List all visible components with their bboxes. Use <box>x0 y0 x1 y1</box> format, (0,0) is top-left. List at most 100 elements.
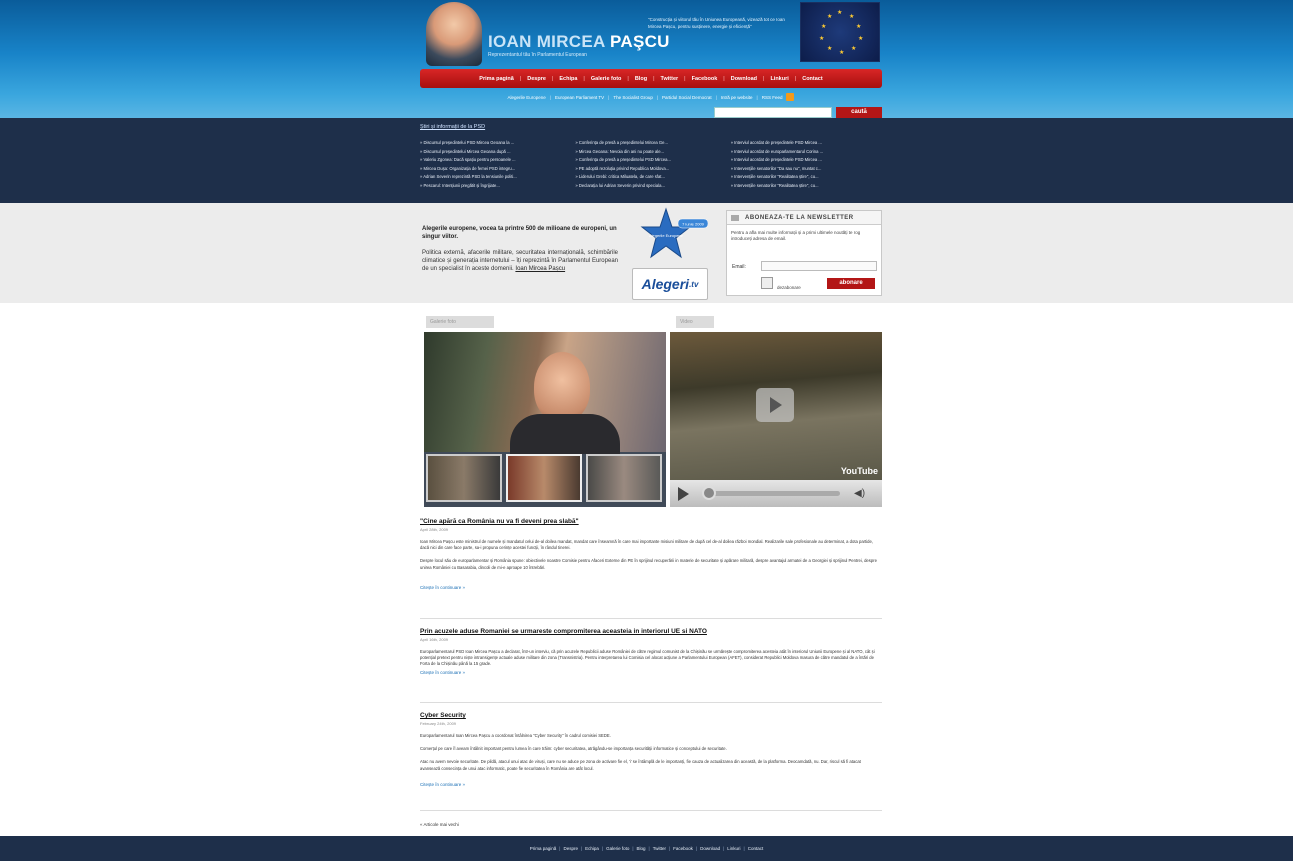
read-more-link[interactable]: Citește în continuare » <box>420 782 882 787</box>
sub-navigation: Alegerile Europene | European Parliament … <box>420 92 882 102</box>
gallery-main-photo[interactable] <box>424 332 666 454</box>
alegeri-logo-text: Alegeri <box>641 276 690 292</box>
article-title[interactable]: Prin acuzele aduse Romaniei se urmareste… <box>420 628 882 635</box>
news-link[interactable]: » Adrian Severin reprezintă PSD la tensi… <box>420 173 571 182</box>
news-link[interactable]: » Discursul președintelui Mircea Geoana … <box>420 148 571 157</box>
news-link[interactable]: » Declarația lui Adrian Severin privind … <box>575 182 726 191</box>
nav-blog[interactable]: Blog <box>635 76 647 82</box>
nav-team[interactable]: Echipa <box>559 76 577 82</box>
footer-link-facebook[interactable]: Facebook <box>673 846 693 851</box>
footer-link-team[interactable]: Echipa <box>585 846 599 851</box>
alegeri-tv-logo[interactable]: Alegeri .tv <box>632 268 708 300</box>
footer-link-gallery[interactable]: Galerie foto <box>606 846 629 851</box>
footer-link-contact[interactable]: Contact <box>748 846 764 851</box>
play-overlay-icon[interactable] <box>756 388 794 422</box>
news-link[interactable]: » Discursul președintelui PSD Mircea Geo… <box>420 139 571 148</box>
news-link[interactable]: » Mircea Dușa: Organizația de femei PSD … <box>420 165 571 174</box>
tab-photo-gallery[interactable]: Galerie foto <box>426 316 494 328</box>
footer-link-download[interactable]: Download <box>700 846 720 851</box>
footer-link-twitter[interactable]: Twitter <box>653 846 666 851</box>
photo-subject <box>534 352 590 422</box>
news-columns: » Discursul președintelui PSD Mircea Geo… <box>420 139 882 191</box>
newsletter-description: Pentru a afla mai multe informații și a … <box>731 230 861 241</box>
nav-contact[interactable]: Contact <box>802 76 822 82</box>
badge-date: 7 iunie 2009 <box>682 222 705 227</box>
article-date: April 16th, 2009 <box>420 637 449 642</box>
article: Cyber Security February 24th, 2009 Europ… <box>420 712 882 787</box>
gallery-thumbnail[interactable] <box>586 454 662 502</box>
unsubscribe-checkbox[interactable] <box>761 277 773 289</box>
play-icon[interactable] <box>678 487 689 501</box>
nav-links[interactable]: Linkuri <box>770 76 788 82</box>
candidate-portrait <box>426 2 482 66</box>
news-link[interactable]: » Intervențiile senatorilor "Da sau nu",… <box>731 165 882 174</box>
subnav-rss[interactable]: RSS Feed <box>762 95 783 100</box>
news-link[interactable]: » Interviul acordat de președintele PSD … <box>731 156 882 165</box>
eu-stars-logo: ★ ★ ★ ★ ★ ★ ★ ★ ★ ★ <box>800 2 880 62</box>
article-title[interactable]: Cyber Security <box>420 712 882 719</box>
article-date: February 24th, 2009 <box>420 721 457 726</box>
video-player: YouTube ◀︎) <box>670 332 882 507</box>
promo-candidate-link[interactable]: Ioan Mircea Pașcu <box>515 266 565 272</box>
article-date: April 28th, 2009 <box>420 527 449 532</box>
subnav-psd[interactable]: Partidul Social Democrat <box>662 95 712 100</box>
title-last: PAŞCU <box>609 32 670 51</box>
footer-link-links[interactable]: Linkuri <box>727 846 740 851</box>
read-more-link[interactable]: Citește în continuare » <box>420 585 882 590</box>
promo-inner: Alegerile europene, vocea ta printre 500… <box>420 203 882 303</box>
news-column-1: » Discursul președintelui PSD Mircea Geo… <box>420 139 571 191</box>
video-seek-bar[interactable] <box>704 491 840 496</box>
search-input[interactable] <box>714 107 832 118</box>
tab-video[interactable]: Video <box>676 316 714 328</box>
gallery-thumbnail[interactable] <box>506 454 582 502</box>
article-title[interactable]: "Cine apără ca România nu va fi deveni p… <box>420 518 882 525</box>
promo-text: Politica externă, afacerile militare, se… <box>422 249 618 273</box>
older-articles-link[interactable]: « Articole mai vechi <box>420 822 459 827</box>
subnav-european-elections[interactable]: Alegerile Europene <box>508 95 546 100</box>
news-link[interactable]: » Pescarul: Intențiunii pregătit și îngr… <box>420 182 571 191</box>
news-link[interactable]: » Mircea Geoana: Nevoia din ani nu poate… <box>575 148 726 157</box>
subnav-website[interactable]: Intră pe website <box>721 95 753 100</box>
footer-link-home[interactable]: Prima pagină <box>530 846 557 851</box>
seek-handle[interactable] <box>702 486 716 500</box>
news-link[interactable]: » PE adoptă rezoluția privind Republica … <box>575 165 726 174</box>
news-inner: Știri și informații de la PSD » Discursu… <box>420 124 882 191</box>
news-link[interactable]: » Interviul acordat de președintele PSD … <box>731 139 882 148</box>
nav-facebook[interactable]: Facebook <box>692 76 718 82</box>
rss-icon[interactable] <box>786 93 795 101</box>
footer-navigation: Prima pagină | Despre | Echipa | Galerie fo… <box>0 836 1293 861</box>
footer-link-about[interactable]: Despre <box>563 846 578 851</box>
news-link[interactable]: » Interviul acordat de europarlamentarul… <box>731 148 882 157</box>
news-heading[interactable]: Știri și informații de la PSD <box>420 124 882 130</box>
news-link[interactable]: » Intervențiile senatorilor "Realitatea … <box>731 182 882 191</box>
read-more-link[interactable]: Citește în continuare » <box>420 670 882 675</box>
article-paragraph: Despre locul său de europarlamentar și R… <box>420 558 877 570</box>
nav-twitter[interactable]: Twitter <box>661 76 679 82</box>
volume-icon[interactable]: ◀︎) <box>854 488 865 499</box>
election-star-badge-icon[interactable]: 7 iunie 2009 Alegerile Europene <box>638 207 708 263</box>
search-button[interactable]: caută <box>836 107 882 118</box>
news-link[interactable]: » Conferința de presă a președintelui PS… <box>575 156 726 165</box>
subnav-ep-tv[interactable]: European Parliament TV <box>555 95 604 100</box>
youtube-logo: YouTube <box>840 466 878 476</box>
subscribe-button[interactable]: abonare <box>827 278 875 289</box>
news-link[interactable]: » Conferința de presă a președintelui Mi… <box>575 139 726 148</box>
subnav-socialist-group[interactable]: The Socialist Group <box>613 95 653 100</box>
nav-about[interactable]: Despre <box>527 76 546 82</box>
gallery-thumbnail[interactable] <box>426 454 502 502</box>
site-subtitle: Reprezentantul tău în Parlamentul Europe… <box>488 52 587 58</box>
news-link[interactable]: » Intervențiile senatorilor "Realitatea … <box>731 173 882 182</box>
site-title[interactable]: IOAN MIRCEA PAŞCU <box>488 32 670 52</box>
video-screen[interactable]: YouTube <box>670 332 882 480</box>
news-link[interactable]: » Liderului Grebi: critica Miluatela, de… <box>575 173 726 182</box>
news-link[interactable]: » Valeriu Zgonea: Dacă spațiu pentru per… <box>420 156 571 165</box>
nav-gallery[interactable]: Galerie foto <box>591 76 622 82</box>
nav-home[interactable]: Prima pagină <box>479 76 514 82</box>
title-first: IOAN MIRCEA <box>488 32 605 51</box>
newsletter-email-field[interactable] <box>761 261 877 271</box>
alegeri-logo-suffix: .tv <box>689 279 699 289</box>
footer-link-blog[interactable]: Blog <box>637 846 646 851</box>
header-inner: IOAN MIRCEA PAŞCU Reprezentantul tău în … <box>420 0 882 118</box>
newsletter-title: ABONEAZA-TE LA NEWSLETTER <box>745 214 854 221</box>
nav-download[interactable]: Download <box>731 76 757 82</box>
